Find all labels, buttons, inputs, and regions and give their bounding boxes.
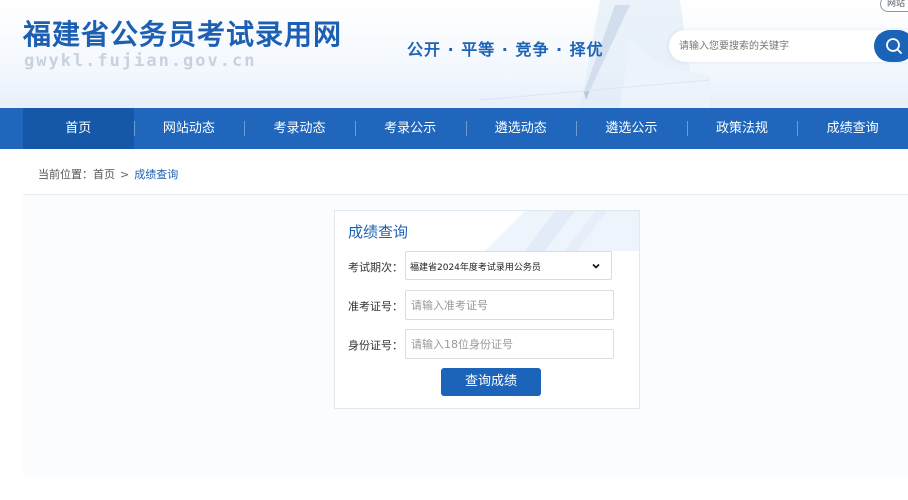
nav-item-policies[interactable]: 政策法规 [686,108,798,149]
ticket-number-input[interactable] [405,290,614,320]
exam-period-select[interactable]: 福建省2024年度考试录用公务员 [405,251,612,280]
ticket-number-label: 准考证号： [348,300,403,313]
site-slogan: 公开 · 平等 · 竞争 · 择优 [407,40,604,59]
site-domain: gwykl.fujian.gov.cn [24,51,257,71]
nav-item-site-news[interactable]: 网站动态 [133,108,245,149]
search-input[interactable] [679,37,869,55]
breadcrumb-separator: > [120,168,130,181]
breadcrumb-home-link[interactable]: 首页 [93,168,115,181]
breadcrumb-current[interactable]: 成绩查询 [134,168,178,181]
nav-item-exam-notices[interactable]: 考录公示 [354,108,466,149]
exam-period-value: 福建省2024年度考试录用公务员 [410,263,541,273]
nav-item-score-query[interactable]: 成绩查询 [797,108,908,149]
search-button[interactable] [874,30,908,62]
top-utility-link[interactable]: 网站 [880,0,908,12]
nav-item-selection-news[interactable]: 遴选动态 [465,108,577,149]
chevron-down-icon [592,263,600,269]
panel-title: 成绩查询 [348,223,409,241]
nav-item-home[interactable]: 首页 [23,108,134,149]
query-score-button[interactable]: 查询成绩 [441,368,541,396]
main-nav: 首页 网站动态 考录动态 考录公示 遴选动态 遴选公示 政策法规 成绩查询 [0,108,908,149]
site-header: 福建省公务员考试录用网 gwykl.fujian.gov.cn 公开 · 平等 … [0,0,908,108]
id-number-input[interactable] [405,329,614,359]
nav-item-selection-notices[interactable]: 遴选公示 [576,108,687,149]
nav-item-exam-news[interactable]: 考录动态 [244,108,355,149]
score-query-panel: 成绩查询 考试期次： 福建省2024年度考试录用公务员 准考证号： 身份证号： … [334,210,640,409]
panel-decoration [485,211,639,251]
site-title: 福建省公务员考试录用网 [23,18,343,51]
breadcrumb: 当前位置：首页 > 成绩查询 [38,166,178,182]
exam-period-label: 考试期次： [348,261,403,274]
breadcrumb-prefix: 当前位置： [38,168,93,181]
id-number-label: 身份证号： [348,339,403,352]
search-icon [886,38,902,54]
search-box [669,30,908,62]
